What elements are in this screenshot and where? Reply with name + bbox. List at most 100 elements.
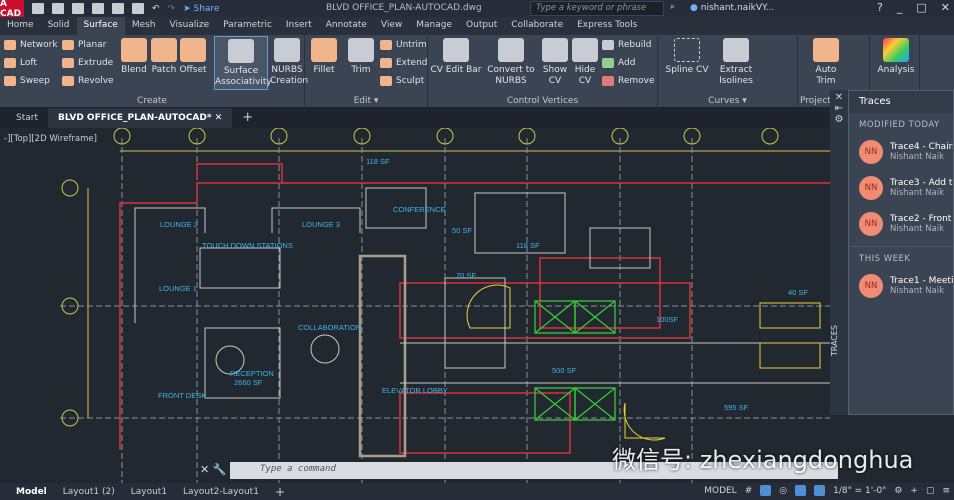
save-icon[interactable] [72, 3, 84, 14]
trace-item[interactable]: NN Trace3 - Add ta Nishant Naik [849, 170, 953, 206]
fillet-button[interactable]: Fillet [309, 38, 339, 76]
collapse-palette-icon[interactable]: ⇤ [830, 103, 848, 114]
tab-visualize[interactable]: Visualize [163, 17, 217, 35]
plus-icon[interactable]: + [910, 486, 918, 496]
new-tab-button[interactable]: + [232, 108, 263, 128]
hide-cv-button[interactable]: Hide CV [570, 38, 600, 87]
trim-button[interactable]: Trim [347, 38, 375, 76]
sculpt-button[interactable]: Sculpt [380, 76, 424, 86]
tab-parametric[interactable]: Parametric [216, 17, 279, 35]
loft-button[interactable]: Loft [4, 58, 37, 68]
annotation-visibility-icon[interactable] [814, 485, 826, 496]
plot-icon[interactable] [112, 3, 124, 14]
print-icon[interactable] [132, 3, 144, 14]
tab-collaborate[interactable]: Collaborate [504, 17, 570, 35]
fullscreen-icon[interactable]: ▢ [926, 486, 935, 496]
maximize-icon[interactable]: □ [916, 1, 926, 14]
auto-trim-button[interactable]: Auto Trim [808, 38, 844, 87]
tab-output[interactable]: Output [459, 17, 504, 35]
palette-settings-icon[interactable]: ⚙ [830, 114, 848, 125]
tab-annotate[interactable]: Annotate [319, 17, 374, 35]
blend-button[interactable]: Blend [120, 38, 148, 76]
cv-edit-bar-button[interactable]: CV Edit Bar [430, 38, 482, 76]
extend-button[interactable]: Extend [380, 58, 428, 68]
fillet-label: Fillet [313, 65, 335, 75]
extrude-button[interactable]: Extrude [62, 58, 113, 68]
tab-home[interactable]: Home [0, 17, 41, 35]
trace-item[interactable]: NN Trace2 - Front DNishant Naik [849, 206, 953, 242]
patch-button[interactable]: Patch [150, 38, 178, 76]
share-button[interactable]: ➤ Share [183, 4, 219, 14]
object-snap-icon[interactable] [795, 485, 807, 496]
help-icon[interactable]: ? [877, 1, 883, 14]
cv-edit-bar-label: CV Edit Bar [430, 65, 482, 75]
tab-express-tools[interactable]: Express Tools [570, 17, 644, 35]
cv-edit-bar-icon [443, 38, 469, 62]
close-tab-icon[interactable]: ✕ [215, 113, 223, 123]
offset-button[interactable]: Offset [178, 38, 208, 76]
network-icon [4, 40, 16, 50]
panel-curves-label[interactable]: Curves ▾ [658, 96, 797, 106]
tab-document[interactable]: BLVD OFFICE_PLAN-AUTOCAD* ✕ [48, 108, 233, 128]
network-button[interactable]: Network [4, 40, 58, 50]
auto-trim-label-2: Trim [816, 76, 836, 86]
tab-insert[interactable]: Insert [279, 17, 319, 35]
trace-item[interactable]: NN Trace4 - Chairs Nishant Naik [849, 134, 953, 170]
customize-wrench-icon[interactable]: 🔧 [213, 463, 227, 476]
tab-solid[interactable]: Solid [41, 17, 77, 35]
open-icon[interactable] [52, 3, 64, 14]
rebuild-button[interactable]: Rebuild [602, 40, 652, 50]
grid-icon[interactable]: # [745, 486, 753, 496]
show-cv-button[interactable]: Show CV [540, 38, 570, 87]
workspace-gear-icon[interactable]: ⚙ [894, 486, 902, 496]
layout-tab[interactable]: Layout2-Layout1 [175, 487, 267, 497]
add-layout-button[interactable]: + [267, 485, 293, 499]
analysis-button[interactable]: Analysis [874, 38, 918, 76]
show-cv-label-2: CV [548, 76, 562, 86]
remove-button[interactable]: Remove [602, 76, 655, 86]
spline-cv-button[interactable]: Spline CV [662, 38, 712, 76]
add-button[interactable]: Add [602, 58, 635, 68]
minimize-icon[interactable]: _ [897, 1, 903, 14]
new-icon[interactable] [32, 3, 44, 14]
snap-icon[interactable] [760, 485, 772, 496]
layout-tab-model[interactable]: Model [8, 487, 55, 497]
avatar: NN [859, 274, 883, 298]
tab-mesh[interactable]: Mesh [125, 17, 163, 35]
show-cv-label-1: Show [542, 65, 568, 75]
traces-panel: Traces MODIFIED TODAY NN Trace4 - Chairs N… [848, 90, 954, 415]
tab-manage[interactable]: Manage [409, 17, 459, 35]
sweep-button[interactable]: Sweep [4, 76, 50, 86]
nurbs-creation-button[interactable]: NURBS Creation [270, 38, 308, 87]
untrim-button[interactable]: Untrim [380, 40, 427, 50]
layout-tab[interactable]: Layout1 [123, 487, 175, 497]
close-palette-icon[interactable]: ✕ [830, 92, 848, 103]
model-space-button[interactable]: MODEL [704, 486, 736, 496]
extract-isolines-button[interactable]: Extract Isolines [714, 38, 758, 87]
search-icon[interactable]: ⌕ [670, 2, 675, 12]
command-line-controls[interactable]: ✕ 🔧 [200, 463, 226, 476]
search-input[interactable]: Type a keyword or phrase [530, 1, 664, 16]
app-logo[interactable]: A CAD [0, 0, 24, 19]
menu-icon[interactable]: ≡ [942, 486, 950, 496]
tab-view[interactable]: View [374, 17, 409, 35]
redo-icon[interactable]: ↷ [168, 4, 176, 14]
panel-edit-label[interactable]: Edit ▾ [305, 96, 427, 106]
revolve-button[interactable]: Revolve [62, 76, 114, 86]
convert-to-nurbs-button[interactable]: Convert to NURBS [486, 38, 536, 87]
trace-item[interactable]: NN Trace1 - Meetin Nishant Naik [849, 268, 953, 304]
drawing-canvas[interactable]: -][Top][2D Wireframe] LOUNGE 2 TOUCH DOW… [0, 128, 830, 483]
save-as-icon[interactable] [92, 3, 104, 14]
close-command-icon[interactable]: ✕ [200, 463, 209, 476]
user-menu[interactable]: ● nishant.naikVY... [690, 3, 774, 13]
polar-tracking-icon[interactable]: ◎ [779, 486, 787, 496]
viewport-controls[interactable]: -][Top][2D Wireframe] [4, 134, 97, 144]
tab-surface[interactable]: Surface [76, 17, 125, 35]
planar-button[interactable]: Planar [62, 40, 106, 50]
annotation-scale[interactable]: 1/8" = 1'-0" [833, 486, 886, 496]
surface-associativity-button[interactable]: Surface Associativity [214, 36, 272, 90]
tab-start[interactable]: Start [6, 108, 48, 128]
undo-icon[interactable]: ↶ [152, 4, 160, 14]
close-icon[interactable]: ✕ [941, 1, 950, 14]
layout-tab[interactable]: Layout1 (2) [55, 487, 123, 497]
